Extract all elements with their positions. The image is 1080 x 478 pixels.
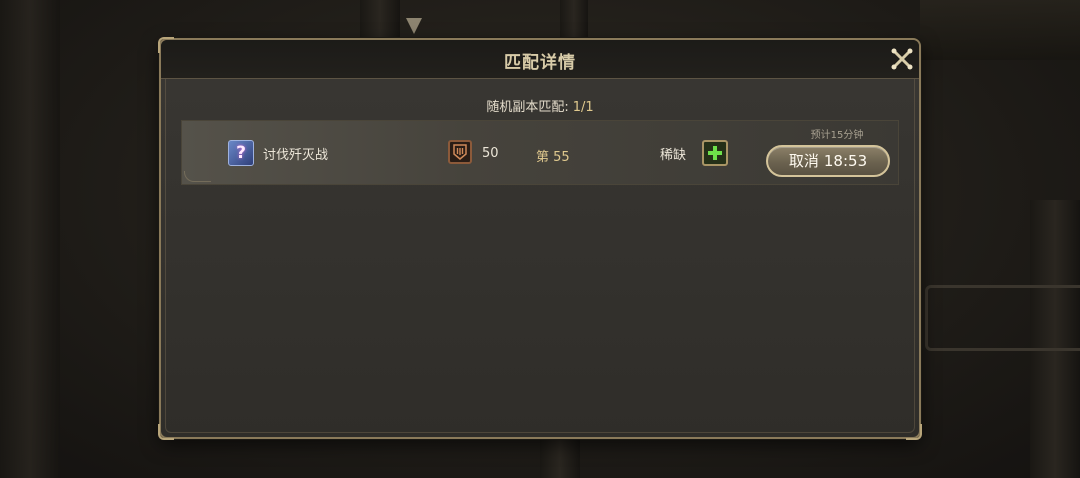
healer-plus-icon: [702, 140, 728, 166]
frame-corner-ornament: [158, 37, 174, 53]
summary-label: 随机副本匹配:: [486, 100, 569, 115]
background-pillar: [360, 0, 400, 38]
dialog-header: 匹配详情: [161, 40, 919, 79]
close-x-icon: [891, 48, 913, 70]
dialog-title: 匹配详情: [504, 53, 576, 73]
game-scene-background: 匹配详情 随机副本匹配: 1/1 ? 讨伐歼灭战 50 第 55 稀缺 预计15…: [0, 0, 1080, 478]
background-pillar: [540, 440, 580, 478]
summary-count: 1/1: [572, 100, 594, 115]
cancel-timer: 18:53: [823, 152, 868, 170]
cancel-label: 取消: [788, 152, 819, 170]
scarce-role-label: 稀缺: [660, 148, 687, 163]
frame-corner-ornament: [158, 424, 174, 440]
question-mark-icon: ?: [228, 140, 254, 166]
level-value: 50: [482, 146, 499, 161]
close-button[interactable]: [887, 44, 917, 74]
frame-corner-ornament: [906, 424, 922, 440]
background-pillar: [560, 0, 588, 38]
match-details-dialog: 匹配详情 随机副本匹配: 1/1 ? 讨伐歼灭战 50 第 55 稀缺 预计15…: [158, 37, 922, 440]
background-lamp: [406, 18, 422, 34]
random-dungeon-match-summary: 随机副本匹配: 1/1: [161, 96, 919, 115]
background-railing: [925, 285, 1080, 351]
queue-position: 第 55: [536, 150, 570, 165]
estimated-wait-time: 预计15分钟: [810, 130, 864, 141]
cancel-match-button[interactable]: 取消 18:53: [766, 145, 890, 177]
duty-name: 讨伐歼灭战: [263, 148, 329, 163]
background-pillar: [0, 0, 60, 478]
level-badge-icon: [448, 140, 472, 164]
background-beam: [920, 0, 1080, 60]
match-entry-row: ? 讨伐歼灭战 50 第 55 稀缺 预计15分钟 取消 18:53: [181, 120, 899, 185]
